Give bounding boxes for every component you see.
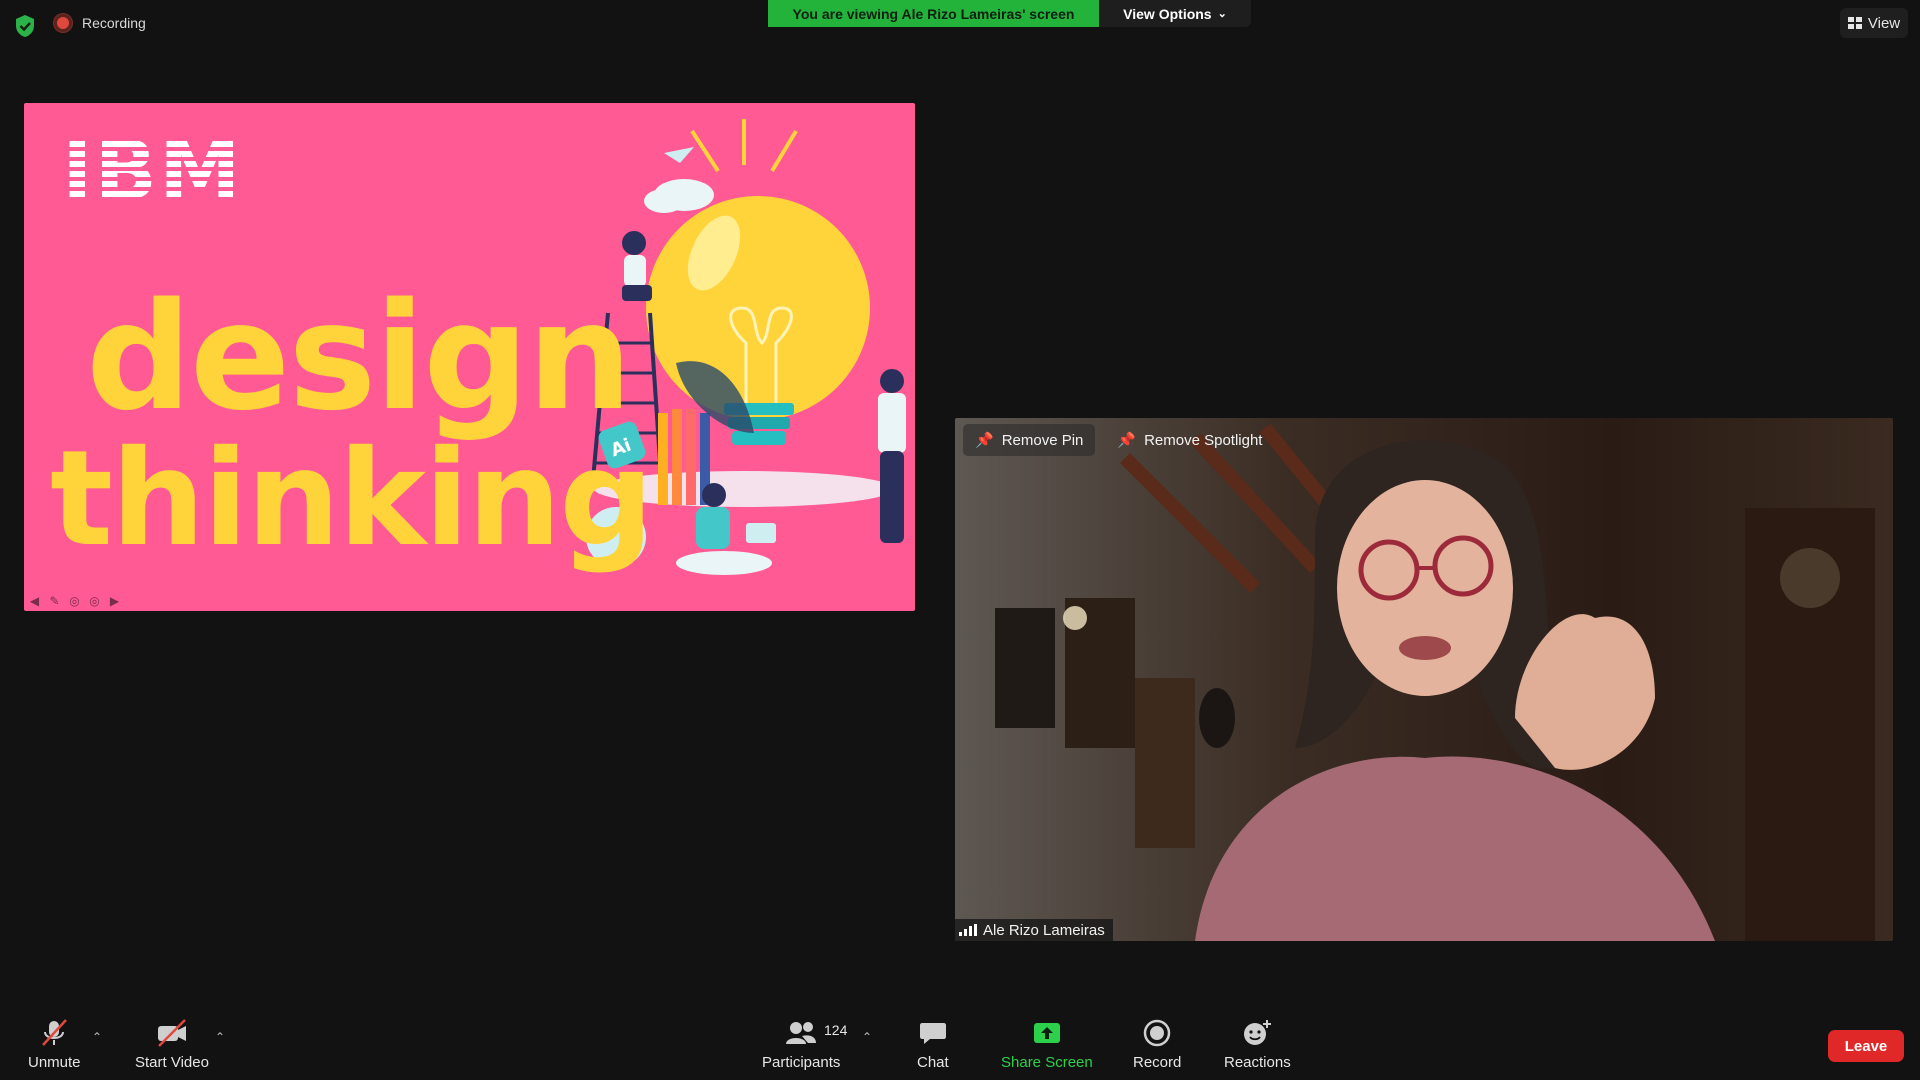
chat-label: Chat xyxy=(917,1054,949,1071)
view-options-button[interactable]: View Options ⌄ xyxy=(1099,0,1251,27)
security-shield-icon[interactable] xyxy=(14,14,36,38)
chat-button[interactable]: Chat xyxy=(917,1018,949,1071)
signal-strength-icon xyxy=(959,924,977,936)
record-dot-icon xyxy=(54,14,72,32)
slide-title-line2: thinking xyxy=(50,422,654,576)
recording-label: Recording xyxy=(82,15,146,31)
recording-indicator[interactable]: Recording xyxy=(54,14,146,32)
leave-button[interactable]: Leave xyxy=(1828,1030,1904,1062)
chevron-down-icon: ⌄ xyxy=(1217,8,1227,20)
record-icon xyxy=(1142,1018,1172,1048)
spotlight-icon: 📌 xyxy=(1117,432,1137,449)
pin-icon: 📌 xyxy=(975,432,994,449)
pen-icon[interactable]: ✎ xyxy=(46,592,63,609)
smiley-icon xyxy=(1241,1018,1273,1048)
record-button[interactable]: Record xyxy=(1133,1018,1181,1071)
reactions-label: Reactions xyxy=(1224,1054,1291,1071)
share-screen-icon xyxy=(1032,1018,1062,1048)
participants-label: Participants xyxy=(762,1054,841,1071)
reactions-button[interactable]: Reactions xyxy=(1224,1018,1291,1071)
view-options-label: View Options xyxy=(1123,5,1212,22)
shared-screen-slide: Ai IBM design thinking ◀ ✎ ◎ ◎ ▶ xyxy=(24,103,915,611)
view-button[interactable]: View xyxy=(1840,8,1908,38)
chat-bubble-icon xyxy=(918,1018,948,1048)
unmute-button[interactable]: Unmute xyxy=(28,1018,81,1071)
arrow-left-icon[interactable]: ◀ xyxy=(26,592,43,609)
start-video-button[interactable]: Start Video xyxy=(135,1018,209,1071)
meeting-toolbar: Unmute ⌃ Start Video ⌃ Participants 124 … xyxy=(0,1008,1920,1080)
arrow-right-icon[interactable]: ▶ xyxy=(106,592,123,609)
circle-icon[interactable]: ◎ xyxy=(66,592,83,609)
record-label: Record xyxy=(1133,1054,1182,1071)
remove-pin-label: Remove Pin xyxy=(1001,431,1084,449)
share-screen-label: Share Screen xyxy=(1001,1054,1093,1071)
participants-icon xyxy=(784,1018,818,1048)
participant-name-tag: Ale Rizo Lameiras xyxy=(955,919,1113,941)
viewing-screen-banner: You are viewing Ale Rizo Lameiras' scree… xyxy=(768,0,1099,27)
participants-options-caret-icon[interactable]: ⌃ xyxy=(862,1030,872,1044)
start-video-label: Start Video xyxy=(135,1054,209,1071)
video-camera-off-icon xyxy=(155,1018,189,1048)
remove-spotlight-label: Remove Spotlight xyxy=(1144,431,1263,449)
remove-pin-button[interactable]: 📌 Remove Pin xyxy=(963,424,1096,456)
view-label: View xyxy=(1867,14,1901,32)
participant-name: Ale Rizo Lameiras xyxy=(983,921,1105,939)
unmute-label: Unmute xyxy=(28,1054,81,1071)
slide-title-line1: design xyxy=(86,271,632,443)
participant-video-tile[interactable]: 📌 Remove Pin 📌 Remove Spotlight Ale Rizo… xyxy=(955,418,1893,941)
participant-video-frame xyxy=(955,418,1893,941)
pin-controls: 📌 Remove Pin 📌 Remove Spotlight xyxy=(963,424,1274,456)
remove-spotlight-button[interactable]: 📌 Remove Spotlight xyxy=(1105,424,1274,456)
microphone-muted-icon xyxy=(39,1018,69,1048)
ibm-logo: IBM xyxy=(62,124,243,219)
grid-view-icon xyxy=(1847,17,1862,29)
participants-count: 124 xyxy=(824,1022,848,1038)
audio-options-caret-icon[interactable]: ⌃ xyxy=(92,1030,102,1044)
slide-controls: ◀ ✎ ◎ ◎ ▶ xyxy=(26,592,123,609)
meeting-window: Recording You are viewing Ale Rizo Lamei… xyxy=(0,0,1920,1080)
share-screen-button[interactable]: Share Screen xyxy=(1001,1018,1093,1071)
circle-icon[interactable]: ◎ xyxy=(86,592,103,609)
video-options-caret-icon[interactable]: ⌃ xyxy=(215,1030,225,1044)
